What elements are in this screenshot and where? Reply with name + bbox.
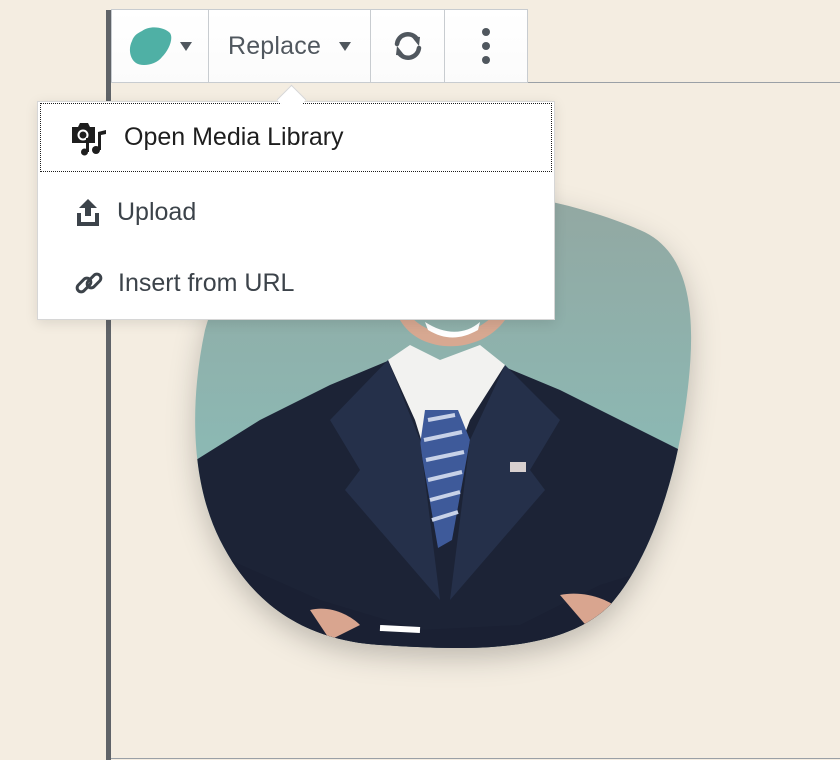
menu-item-label: Open Media Library bbox=[124, 123, 344, 151]
link-icon bbox=[75, 272, 103, 294]
editor-canvas: Replace Open Media Library Upload Insert… bbox=[0, 0, 840, 760]
media-library-icon bbox=[72, 122, 106, 155]
menu-item-upload[interactable]: Upload bbox=[38, 178, 554, 246]
menu-item-insert-from-url[interactable]: Insert from URL bbox=[38, 249, 554, 317]
menu-item-label: Insert from URL bbox=[118, 268, 295, 297]
menu-item-label: Upload bbox=[117, 197, 197, 226]
upload-icon bbox=[77, 199, 99, 226]
menu-item-open-media-library[interactable]: Open Media Library bbox=[40, 103, 552, 172]
replace-dropdown-menu: Open Media Library Upload Insert from UR… bbox=[37, 101, 555, 320]
